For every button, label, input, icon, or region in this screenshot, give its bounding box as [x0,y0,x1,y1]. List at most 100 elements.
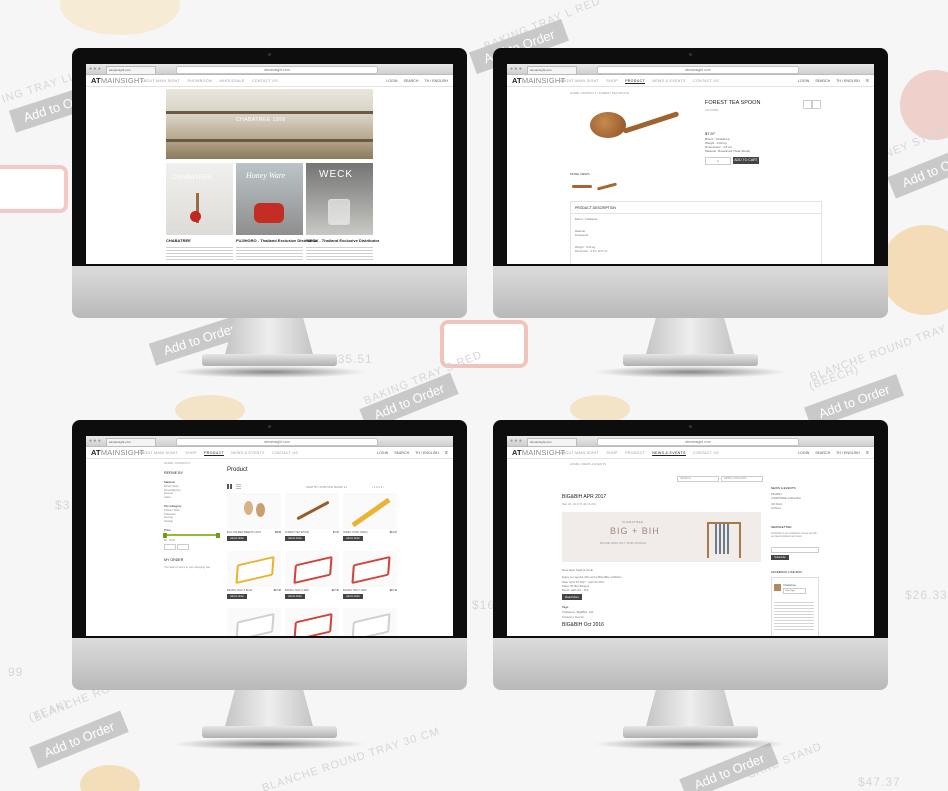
card-image-honeyware[interactable]: Honey Ware [236,163,303,235]
slider-handle[interactable] [216,532,220,538]
login-link[interactable]: LOGIN [386,79,397,83]
address-bar[interactable]: atmainsight.com [597,66,799,74]
search-link[interactable]: SEARCH [403,79,418,83]
nav-about[interactable]: ABOUT MAIN SIGHT [139,451,178,455]
nav-showroom[interactable]: SHOWROOM [187,79,212,83]
filter-option[interactable]: Glass [164,496,171,499]
product-card[interactable]: EGG HOLDER (BEECH) 2 PCS $8.89 Add to Orde… [227,493,281,547]
nav-about[interactable]: ABOUT MAIN SIGHT [560,451,599,455]
product-thumb[interactable] [227,608,281,636]
slider-handle[interactable] [163,532,167,538]
search-link[interactable]: SEARCH [394,451,409,455]
add-to-order-button[interactable]: Add to Order [285,536,305,541]
add-to-order-button[interactable]: Add to Order [343,536,363,541]
product-name[interactable]: BAKING TRAY L RED [343,589,381,592]
window-controls-icon[interactable]: ● ● ● [510,67,522,72]
product-name[interactable]: EGG HOLDER (BEECH) 2 PCS [227,531,265,534]
nav-news[interactable]: NEWS & EVENTS [652,79,685,83]
product-name[interactable]: FOREST TEA SPOON [285,531,323,534]
product-card[interactable]: FOREST TEA SPOON $7.97 Add to Order [285,493,339,547]
post-title[interactable]: BIG&BIH APR 2017 [562,494,606,500]
add-to-order-button[interactable]: Add to Order [227,536,247,541]
nav-product[interactable]: PRODUCT [204,451,224,456]
site-logo[interactable]: ATMAINSIGHT [512,76,565,85]
price-slider[interactable] [163,532,220,538]
language-link[interactable]: TH / ENGLISH [836,79,860,83]
facebook-like-button[interactable]: Like Page [783,588,806,594]
thumbnail[interactable] [595,180,618,192]
card-title[interactable]: CHABATREE [166,238,191,243]
site-logo[interactable]: ATMAINSIGHT [91,76,144,85]
qty-stepper[interactable]: 1 [705,157,731,165]
product-name[interactable]: BAKING TRAY S BLUE [227,589,265,592]
list-view-icon[interactable] [236,484,241,489]
facebook-box[interactable]: Chabatree Like Page [771,577,819,636]
login-link[interactable]: LOGIN [377,451,388,455]
subscribe-button[interactable]: Subscribe [771,555,789,560]
news-category-select[interactable]: NEWS CATEGORY [721,476,763,482]
address-bar[interactable]: atmainsight.com [597,438,799,446]
add-to-order-button[interactable]: Add to Order [227,594,247,599]
facebook-page-name[interactable]: Chabatree [783,583,796,587]
window-controls-icon[interactable]: ● ● ● [89,439,101,444]
card-image-weck[interactable]: WECK [306,163,373,235]
news-search-box[interactable]: SEARCH [677,476,719,482]
nav-shop[interactable]: SHOP [606,79,617,83]
breadcrumb[interactable]: HOME / NEWS & EVENTS [570,462,606,466]
site-logo[interactable]: ATMAINSIGHT [512,448,565,457]
price-min-input[interactable] [164,544,176,550]
product-name[interactable]: HONEY STICK (TEAK) [343,531,381,534]
nav-shop[interactable]: SHOP [185,451,196,455]
nav-news[interactable]: NEWS & EVENTS [231,451,264,455]
product-thumb[interactable] [343,608,397,636]
menu-icon[interactable]: ☰ [866,451,869,455]
sidebar-news-item[interactable]: Archives [771,507,781,510]
sort-toolbar[interactable]: SORT BY: POSITION SHOW: 12 [306,485,347,489]
address-bar[interactable]: atmainsight.com [176,438,378,446]
product-image[interactable] [570,98,690,164]
product-card[interactable]: HONEY STICK (TEAK) $14.47 Add to Order [343,493,397,547]
breadcrumb[interactable]: HOME / PRODUCT / FOREST TEA SPOON [570,91,629,95]
product-name[interactable]: BAKING TRAY S RED [285,589,323,592]
next-product-icon[interactable] [812,100,821,109]
filter-option[interactable]: Storage [164,520,173,523]
product-thumb[interactable] [227,493,281,529]
post-title[interactable]: BIG&BIH Oct 2016 [562,622,604,628]
pager[interactable]: ‹ 1 2 3 4 › [372,485,384,489]
menu-icon[interactable]: ☰ [445,451,448,455]
add-to-cart-button[interactable]: ADD TO CART [733,157,759,164]
price-max-input[interactable] [177,544,189,550]
language-link[interactable]: TH / ENGLISH [415,451,439,455]
thumbnail[interactable] [570,180,592,192]
product-thumb[interactable] [343,551,397,587]
product-thumb[interactable] [285,493,339,529]
login-link[interactable]: LOGIN [798,79,809,83]
product-thumb[interactable] [227,551,281,587]
tag-line[interactable]: Chabatree, Big&BIH, Fair [562,610,594,614]
card-image-chabatree[interactable]: CHABATREE [166,163,233,235]
browser-tab[interactable]: atmainsight.com [527,66,577,74]
product-card[interactable] [227,608,281,636]
nav-contact[interactable]: CONTACT US [693,79,719,83]
sidebar-news-item[interactable]: CHABATREE at BIG+BIH [771,497,801,500]
product-card[interactable] [285,608,339,636]
browser-tab[interactable]: atmainsight.com [527,438,577,446]
nav-wholesale[interactable]: WHOLESALE [219,79,244,83]
window-controls-icon[interactable]: ● ● ● [510,439,522,444]
nav-contact[interactable]: CONTACT US [272,451,298,455]
product-thumb[interactable] [285,551,339,587]
nav-product[interactable]: PRODUCT [625,451,645,455]
nav-shop[interactable]: SHOP [606,451,617,455]
nav-product[interactable]: PRODUCT [625,79,645,84]
post-banner[interactable]: CHABATREE BIG + BIH BIG+BIH APRIL 2017 |… [562,512,761,562]
address-bar[interactable]: atmainsight.com [176,66,378,74]
product-thumb[interactable] [343,493,397,529]
add-to-order-button[interactable]: Add to Order [285,594,305,599]
product-thumb[interactable] [285,608,339,636]
nav-about[interactable]: ABOUT MAIN SIGHT [141,79,180,83]
browser-tab[interactable]: atmainsight.com [106,438,156,446]
sidebar-news-item[interactable]: BIG&BIH [771,493,782,496]
search-link[interactable]: SEARCH [815,79,830,83]
newsletter-input[interactable] [771,547,819,553]
language-link[interactable]: TH / ENGLISH [424,79,448,83]
